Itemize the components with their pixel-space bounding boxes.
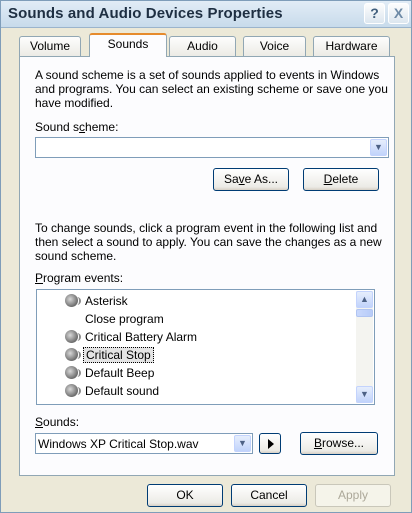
list-item[interactable]: Default sound (37, 382, 357, 400)
delete-button[interactable]: Delete (303, 168, 379, 191)
event-label: Critical Battery Alarm (85, 330, 198, 344)
tab-volume[interactable]: Volume (19, 36, 81, 56)
list-item-selected[interactable]: Critical Stop (37, 346, 357, 364)
sound-scheme-label: Sound scheme: (35, 120, 119, 134)
apply-button[interactable]: Apply (315, 484, 391, 507)
change-hint-line-3: sound scheme. (35, 249, 117, 263)
sounds-label: Sounds: (35, 415, 80, 429)
cancel-button[interactable]: Cancel (231, 484, 307, 507)
tab-hardware[interactable]: Hardware (313, 36, 390, 56)
scheme-intro-line-3: have modified. (35, 96, 114, 110)
chevron-down-icon[interactable]: ▼ (370, 139, 387, 156)
event-label: Asterisk (85, 294, 128, 308)
scroll-thumb[interactable] (356, 309, 373, 317)
properties-dialog: Sounds and Audio Devices Properties ? X … (0, 0, 412, 513)
chevron-down-icon[interactable]: ▼ (234, 435, 251, 452)
program-events-label: Program events: (35, 271, 124, 285)
event-label: Default Beep (85, 366, 155, 380)
play-icon[interactable] (259, 433, 281, 454)
tab-strip: Volume Sounds Audio Voice Hardware (19, 33, 399, 57)
scheme-intro-line-1: A sound scheme is a set of sounds applie… (35, 68, 380, 82)
speaker-icon (65, 330, 81, 343)
tab-audio[interactable]: Audio (169, 36, 236, 56)
sound-file-dropdown[interactable]: Windows XP Critical Stop.wav ▼ (35, 433, 253, 454)
list-item[interactable]: Critical Battery Alarm (37, 328, 357, 346)
close-button[interactable]: X (388, 3, 409, 24)
list-item[interactable]: Asterisk (37, 292, 357, 310)
event-label: Default sound (85, 384, 160, 398)
speaker-icon (65, 384, 81, 397)
list-item[interactable]: Close program (37, 310, 357, 328)
speaker-icon (65, 348, 81, 361)
browse-button[interactable]: Browse... (300, 432, 378, 455)
tab-sounds[interactable]: Sounds (89, 33, 167, 57)
sound-file-value: Windows XP Critical Stop.wav (38, 437, 199, 451)
tab-voice[interactable]: Voice (243, 36, 306, 56)
event-label: Critical Stop (83, 347, 154, 363)
speaker-icon (65, 294, 81, 307)
list-item[interactable]: Default Beep (37, 364, 357, 382)
events-scrollbar[interactable]: ▲ ▼ (356, 291, 373, 403)
sounds-panel: A sound scheme is a set of sounds applie… (19, 56, 395, 476)
scroll-up-icon[interactable]: ▲ (356, 291, 373, 308)
change-hint-line-2: then select a sound to apply. You can sa… (35, 235, 382, 249)
change-hint-line-1: To change sounds, click a program event … (35, 221, 378, 235)
program-events-list[interactable]: Asterisk Close program Critical Battery … (36, 289, 375, 405)
save-as-button[interactable]: Save As... (213, 168, 289, 191)
ok-button[interactable]: OK (147, 484, 223, 507)
title-bar[interactable]: Sounds and Audio Devices Properties ? X (1, 1, 411, 28)
scheme-intro-line-2: and programs. You can select an existing… (35, 82, 388, 96)
window-title: Sounds and Audio Devices Properties (8, 5, 283, 22)
speaker-icon (65, 366, 81, 379)
event-label: Close program (85, 312, 164, 326)
sound-scheme-dropdown[interactable]: ▼ (35, 137, 389, 158)
scroll-down-icon[interactable]: ▼ (356, 386, 373, 403)
help-button[interactable]: ? (364, 3, 385, 24)
